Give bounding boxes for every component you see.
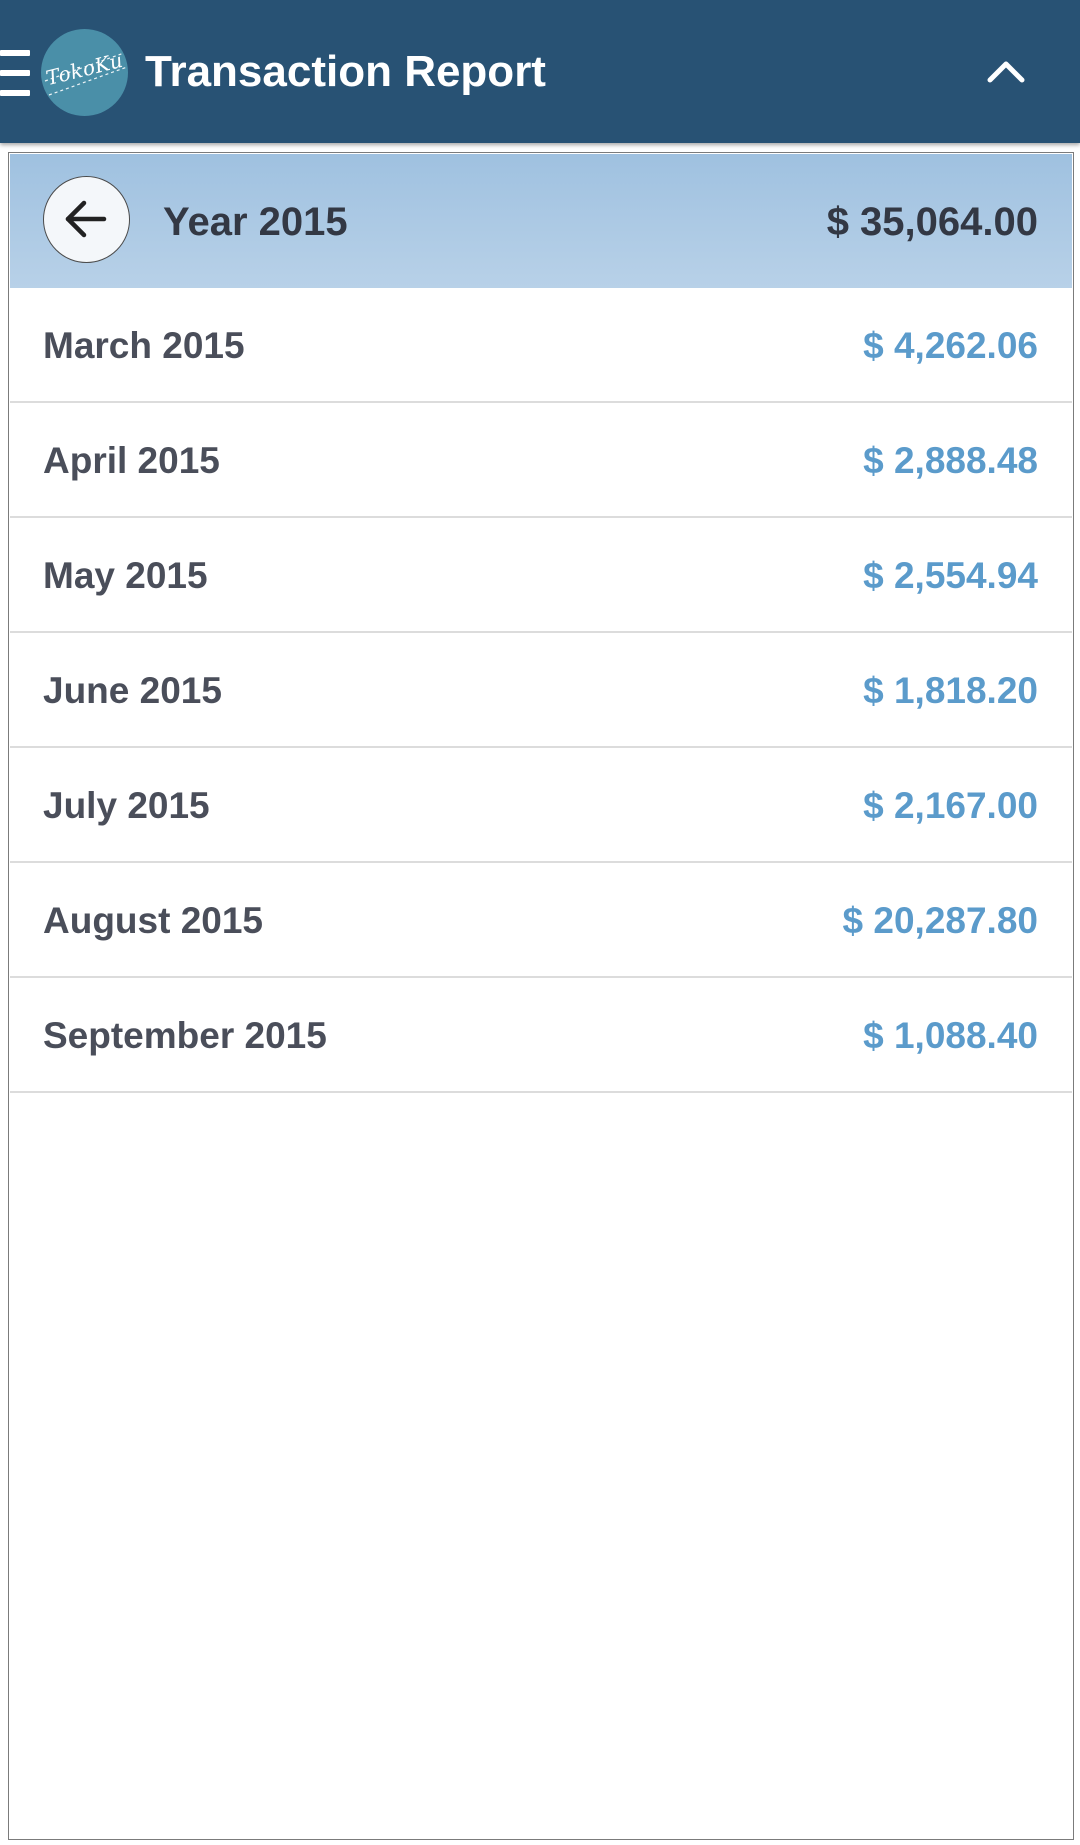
- month-row-may[interactable]: May 2015 $ 2,554.94: [10, 518, 1072, 633]
- month-row-july[interactable]: July 2015 $ 2,167.00: [10, 748, 1072, 863]
- month-amount: $ 2,167.00: [863, 785, 1038, 826]
- month-label: July 2015: [43, 785, 210, 826]
- year-label: Year 2015: [163, 200, 348, 244]
- month-row-april[interactable]: April 2015 $ 2,888.48: [10, 403, 1072, 518]
- month-amount: $ 20,287.80: [842, 900, 1038, 941]
- month-list: March 2015 $ 4,262.06 April 2015 $ 2,888…: [10, 288, 1072, 1093]
- month-label: August 2015: [43, 900, 264, 941]
- month-row-august[interactable]: August 2015 $ 20,287.80: [10, 863, 1072, 978]
- page-title: Transaction Report: [145, 47, 546, 96]
- report-panel: Year 2015 $ 35,064.00 March 2015 $ 4,262…: [8, 152, 1074, 1840]
- month-row-june[interactable]: June 2015 $ 1,818.20: [10, 633, 1072, 748]
- month-amount: $ 1,818.20: [863, 670, 1038, 711]
- month-amount: $ 1,088.40: [863, 1015, 1038, 1056]
- arrow-left-icon: [65, 200, 107, 238]
- month-row-september[interactable]: September 2015 $ 1,088.40: [10, 978, 1072, 1093]
- month-row-march[interactable]: March 2015 $ 4,262.06: [10, 288, 1072, 403]
- month-label: March 2015: [43, 325, 245, 366]
- year-header: Year 2015 $ 35,064.00: [10, 154, 1072, 288]
- year-total: $ 35,064.00: [826, 200, 1038, 244]
- month-label: June 2015: [43, 670, 222, 711]
- month-amount: $ 4,262.06: [863, 325, 1038, 366]
- back-button[interactable]: [43, 176, 130, 263]
- month-label: September 2015: [43, 1015, 327, 1056]
- month-amount: $ 2,554.94: [863, 555, 1038, 596]
- month-amount: $ 2,888.48: [863, 440, 1038, 481]
- app-logo: TokoKu: [41, 29, 128, 116]
- month-label: April 2015: [43, 440, 220, 481]
- month-label: May 2015: [43, 555, 208, 596]
- chevron-up-icon[interactable]: [982, 48, 1030, 96]
- hamburger-menu-icon[interactable]: [0, 50, 30, 96]
- app-bar: TokoKu Transaction Report: [0, 0, 1080, 143]
